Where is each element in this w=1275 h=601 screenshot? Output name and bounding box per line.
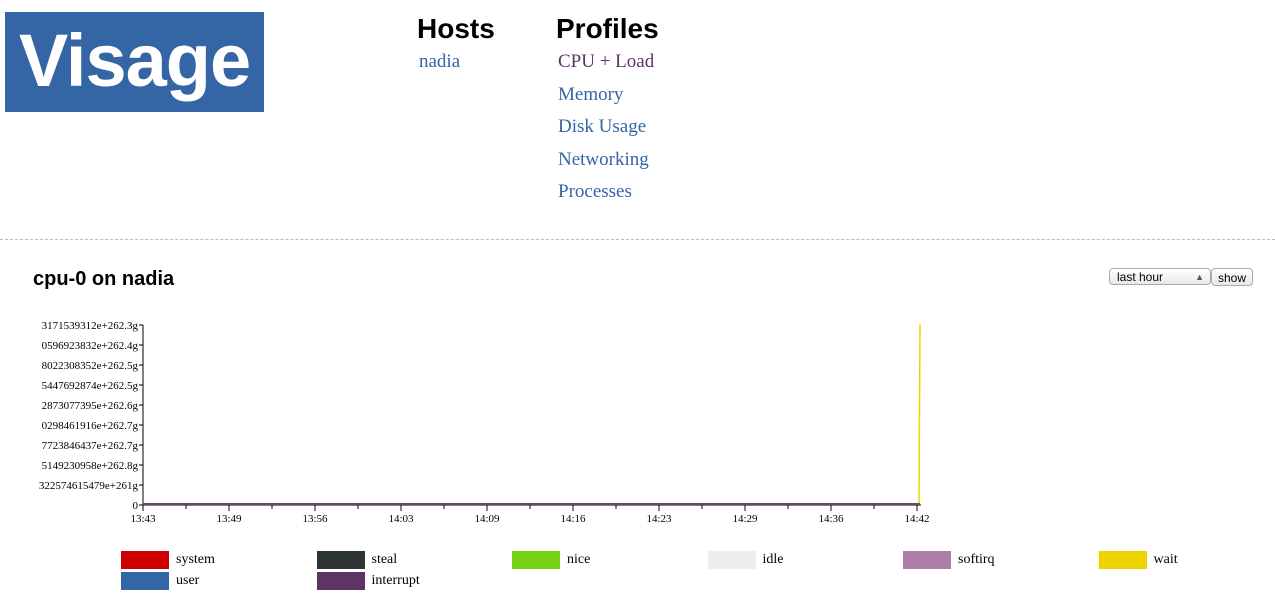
y-tick-label: 0298461916e+262.7g — [42, 420, 139, 432]
y-tick-label: 2873077395e+262.6g — [42, 400, 139, 412]
x-tick-label: 14:42 — [904, 513, 929, 525]
legend-label: steal — [371, 552, 398, 567]
legend-label: interrupt — [371, 573, 420, 588]
y-tick-label: 322574615479e+261g — [39, 480, 139, 492]
legend-label: system — [176, 552, 215, 567]
legend-label: wait — [1153, 552, 1178, 567]
cpu-chart: 0 322574615479e+261g 5149230958e+262.8g 772… — [39, 320, 930, 525]
legend-swatch — [121, 572, 169, 590]
legend-swatch — [121, 551, 169, 569]
y-tick-label: 5149230958e+262.8g — [42, 460, 139, 472]
legend-label: idle — [762, 552, 784, 567]
legend-swatch — [707, 551, 756, 569]
series-line-wait — [143, 323, 921, 505]
x-tick-label: 13:43 — [130, 513, 156, 525]
x-tick-label: 14:03 — [388, 513, 414, 525]
y-tick-label: 0 — [133, 500, 139, 512]
x-tick-label: 14:29 — [732, 513, 758, 525]
y-tick-label: 8022308352e+262.5g — [42, 360, 139, 372]
y-tick-label: 7723846437e+262.7g — [42, 440, 139, 452]
x-tick-label: 14:16 — [560, 513, 586, 525]
legend-label: user — [176, 573, 200, 588]
x-tick-label: 13:56 — [302, 513, 328, 525]
legend-swatch — [512, 551, 560, 569]
legend-swatch — [1098, 551, 1147, 569]
legend-label: softirq — [958, 552, 995, 567]
x-tick-label: 14:36 — [818, 513, 844, 525]
x-tick-label: 14:23 — [646, 513, 672, 525]
x-tick-label: 14:09 — [474, 513, 500, 525]
y-tick-label: 5447692874e+262.5g — [42, 380, 139, 392]
y-tick-label: 3171539312e+262.3g — [42, 320, 139, 332]
x-tick-label: 13:49 — [216, 513, 242, 525]
y-tick-label: 0596923832e+262.4g — [42, 340, 139, 352]
legend-swatch — [316, 551, 365, 569]
legend-swatch — [903, 551, 951, 569]
legend-label: nice — [567, 552, 591, 567]
legend-swatch — [316, 572, 365, 590]
